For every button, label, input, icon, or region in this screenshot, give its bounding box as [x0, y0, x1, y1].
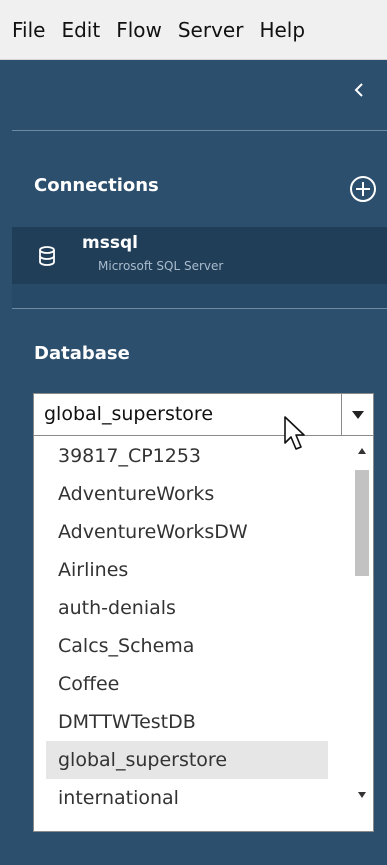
menu-server[interactable]: Server: [178, 0, 244, 60]
scroll-up-arrow-icon[interactable]: [356, 446, 368, 456]
connection-row-shade: [12, 284, 387, 308]
divider: [12, 308, 387, 309]
database-option[interactable]: Coffee: [34, 665, 352, 703]
connections-heading: Connections: [34, 175, 159, 196]
chevron-left-icon: [354, 83, 363, 97]
caret-down-icon: [351, 410, 364, 419]
connection-item-mssql[interactable]: mssql Microsoft SQL Server: [12, 227, 387, 284]
menu-file[interactable]: File: [12, 0, 45, 60]
scroll-down-arrow-icon[interactable]: [356, 790, 368, 800]
collapse-pane-button[interactable]: [349, 78, 369, 102]
database-option[interactable]: Calcs_Schema: [34, 627, 352, 665]
database-option[interactable]: auth-denials: [34, 589, 352, 627]
database-option[interactable]: Airlines: [34, 551, 352, 589]
menu-edit[interactable]: Edit: [61, 0, 100, 60]
database-option[interactable]: DMTTWTestDB: [34, 703, 352, 741]
plus-circle-icon: [350, 176, 376, 202]
menu-help[interactable]: Help: [259, 0, 305, 60]
database-option[interactable]: international: [34, 779, 352, 817]
database-icon: [39, 246, 55, 266]
connection-type: Microsoft SQL Server: [98, 259, 224, 273]
database-option-highlighted[interactable]: global_superstore: [46, 741, 328, 779]
database-select-value: global_superstore: [44, 403, 214, 425]
menu-bar: File Edit Flow Server Help: [0, 0, 387, 60]
add-connection-button[interactable]: [347, 173, 379, 205]
menu-flow[interactable]: Flow: [116, 0, 162, 60]
connection-name: mssql: [82, 233, 138, 253]
options-container: 39817_CP1253 AdventureWorks AdventureWor…: [34, 436, 352, 817]
divider: [12, 130, 387, 131]
database-option[interactable]: AdventureWorks: [34, 475, 352, 513]
scrollbar-thumb[interactable]: [355, 470, 369, 576]
mouse-cursor-icon: [284, 416, 305, 450]
database-select[interactable]: global_superstore: [33, 393, 374, 436]
options-scrollbar[interactable]: [351, 436, 373, 831]
app-window: File Edit Flow Server Help Connections m…: [0, 0, 387, 865]
connections-pane: Connections mssql Microsoft SQL Server D…: [12, 60, 387, 865]
database-heading: Database: [34, 343, 130, 364]
database-options-list[interactable]: 39817_CP1253 AdventureWorks AdventureWor…: [33, 436, 374, 832]
database-option[interactable]: AdventureWorksDW: [34, 513, 352, 551]
database-select-toggle[interactable]: [341, 394, 373, 435]
